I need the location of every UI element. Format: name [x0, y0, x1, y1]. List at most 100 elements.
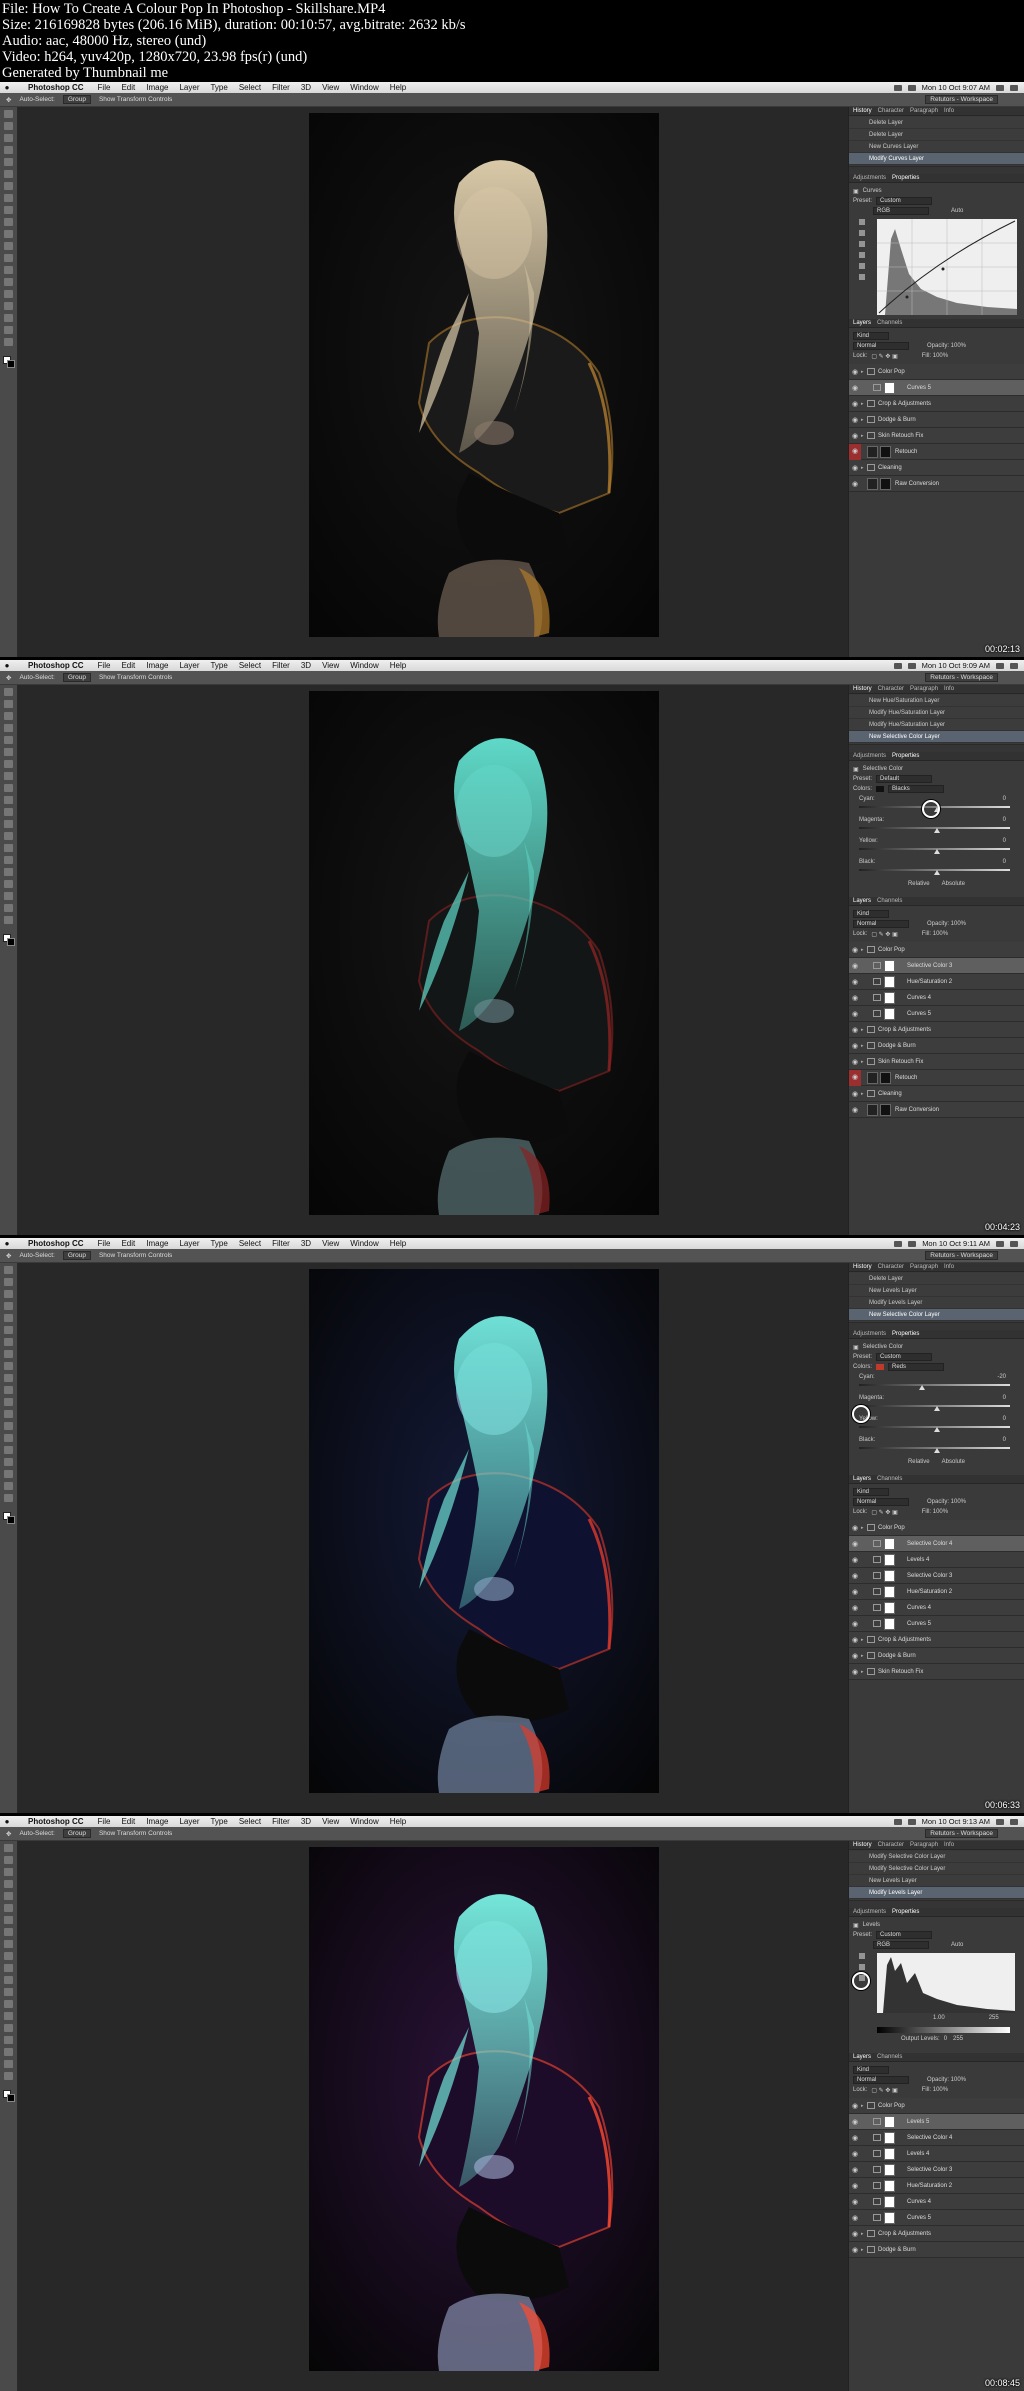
layer-name[interactable]: Color Pop	[878, 2103, 905, 2109]
eyedropper-gray-icon[interactable]	[859, 1964, 865, 1970]
layer-row[interactable]: ◉ Selective Color 4	[849, 1536, 1024, 1552]
hand-tool-icon[interactable]	[4, 326, 13, 334]
apple-icon[interactable]: ●	[0, 1239, 14, 1248]
layer-name[interactable]: Skin Retouch Fix	[878, 1669, 923, 1675]
shape-tool-icon[interactable]	[4, 1470, 13, 1478]
layer-mask-thumbnail[interactable]	[884, 1007, 895, 1020]
path-select-tool-icon[interactable]	[4, 2036, 13, 2044]
layer-row[interactable]: ◉ ▸ Dodge & Burn	[849, 2242, 1024, 2258]
layer-mask-thumbnail[interactable]	[884, 2179, 895, 2192]
menubar-clock[interactable]: Mon 10 Oct 9:07 AM	[922, 83, 990, 92]
layer-mask-thumbnail[interactable]	[884, 1569, 895, 1582]
layer-mask-thumbnail[interactable]	[884, 2163, 895, 2176]
menu-type[interactable]: Type	[210, 1239, 227, 1248]
history-state[interactable]: Modify Selective Color Layer	[849, 1863, 1024, 1875]
layer-name[interactable]: Levels 5	[907, 2119, 929, 2125]
layer-mask-thumbnail[interactable]	[884, 2115, 895, 2128]
quick-select-tool-icon[interactable]	[4, 724, 13, 732]
history-brush-tool-icon[interactable]	[4, 1374, 13, 1382]
zoom-tool-icon[interactable]	[4, 1494, 13, 1502]
visibility-eye-icon[interactable]: ◉	[849, 2182, 861, 2190]
layer-mask-thumbnail[interactable]	[884, 2211, 895, 2224]
layer-thumbnail[interactable]	[867, 1103, 878, 1116]
tab-character[interactable]: Character	[878, 686, 904, 692]
eraser-tool-icon[interactable]	[4, 1964, 13, 1972]
blend-mode-dropdown[interactable]: Normal	[853, 1498, 909, 1506]
layer-name[interactable]: Selective Color 3	[907, 2167, 952, 2173]
visibility-eye-icon[interactable]: ◉	[849, 1106, 861, 1114]
layer-kind-filter[interactable]: Kind	[853, 910, 889, 918]
visibility-eye-icon[interactable]: ◉	[849, 1090, 861, 1098]
lock-icons[interactable]: ▢ ✎ ✥ ▣	[871, 1509, 897, 1516]
layer-name[interactable]: Curves 4	[907, 995, 931, 1001]
apple-icon[interactable]: ●	[0, 83, 14, 92]
layer-row[interactable]: ◉ ▸ Skin Retouch Fix	[849, 428, 1024, 444]
menu-layer[interactable]: Layer	[179, 1817, 199, 1826]
tab-info[interactable]: Info	[944, 1264, 954, 1270]
layer-name[interactable]: Cleaning	[878, 1091, 902, 1097]
layer-name[interactable]: Retouch	[895, 1075, 917, 1081]
channel-dropdown[interactable]: RGB	[873, 207, 929, 215]
menu-image[interactable]: Image	[146, 83, 168, 92]
menu-window[interactable]: Window	[350, 83, 378, 92]
menu-layer[interactable]: Layer	[179, 1239, 199, 1248]
visibility-eye-icon[interactable]: ◉	[849, 400, 861, 408]
menu-file[interactable]: File	[98, 83, 111, 92]
layer-mask-thumbnail[interactable]	[884, 975, 895, 988]
visibility-eye-icon[interactable]: ◉	[849, 1588, 861, 1596]
visibility-eye-icon[interactable]: ◉	[849, 384, 861, 392]
auto-select-checkbox[interactable]: Auto-Select:	[19, 1830, 54, 1837]
layer-name[interactable]: Levels 4	[907, 1557, 929, 1563]
marquee-tool-icon[interactable]	[4, 1278, 13, 1286]
layer-name[interactable]: Color Pop	[878, 1525, 905, 1531]
history-state[interactable]: New Selective Color Layer	[849, 1309, 1024, 1321]
opacity-field[interactable]: Opacity: 100%	[927, 343, 966, 349]
show-transform-checkbox[interactable]: Show Transform Controls	[99, 1830, 172, 1837]
tab-layers[interactable]: Layers	[853, 1476, 871, 1482]
history-state[interactable]: New Selective Color Layer	[849, 731, 1024, 743]
document-canvas[interactable]	[18, 107, 848, 657]
layer-name[interactable]: Dodge & Burn	[878, 1653, 916, 1659]
menu-view[interactable]: View	[322, 83, 339, 92]
layer-row[interactable]: ◉ Selective Color 4	[849, 2130, 1024, 2146]
crop-tool-icon[interactable]	[4, 158, 13, 166]
layer-name[interactable]: Hue/Saturation 2	[907, 1589, 952, 1595]
history-state[interactable]: New Curves Layer	[849, 141, 1024, 153]
tab-adjustments[interactable]: Adjustments	[853, 753, 886, 759]
visibility-eye-icon[interactable]: ◉	[849, 2198, 861, 2206]
visibility-eye-icon[interactable]: ◉	[849, 1556, 861, 1564]
channel-dropdown[interactable]: RGB	[873, 1941, 929, 1949]
auto-select-dropdown[interactable]: Group	[62, 673, 91, 682]
layer-name[interactable]: Retouch	[895, 449, 917, 455]
move-tool-icon[interactable]	[4, 1266, 13, 1274]
eyedropper-gray-icon[interactable]	[859, 241, 865, 247]
menu-view[interactable]: View	[322, 661, 339, 670]
tab-adjustments[interactable]: Adjustments	[853, 175, 886, 181]
shape-tool-icon[interactable]	[4, 892, 13, 900]
slider-value[interactable]: 0	[1003, 817, 1006, 823]
layer-row[interactable]: ◉ ▸ Crop & Adjustments	[849, 396, 1024, 412]
background-color-swatch[interactable]	[7, 1516, 15, 1524]
shape-tool-icon[interactable]	[4, 314, 13, 322]
slider-value[interactable]: -20	[997, 1374, 1006, 1380]
layer-mask-thumbnail[interactable]	[884, 1617, 895, 1630]
type-tool-icon[interactable]	[4, 2024, 13, 2032]
visibility-eye-icon[interactable]: ◉	[849, 994, 861, 1002]
slider-handle[interactable]	[934, 1427, 940, 1432]
hand-tool-icon[interactable]	[4, 904, 13, 912]
layer-kind-filter[interactable]: Kind	[853, 1488, 889, 1496]
visibility-eye-icon[interactable]: ◉	[849, 1572, 861, 1580]
layer-name[interactable]: Color Pop	[878, 369, 905, 375]
healing-tool-icon[interactable]	[4, 1916, 13, 1924]
levels-histogram[interactable]	[877, 1953, 1015, 2013]
visibility-eye-icon[interactable]: ◉	[849, 1604, 861, 1612]
eraser-tool-icon[interactable]	[4, 1386, 13, 1394]
history-brush-tool-icon[interactable]	[4, 218, 13, 226]
apple-icon[interactable]: ●	[0, 661, 14, 670]
menu-help[interactable]: Help	[390, 83, 406, 92]
healing-tool-icon[interactable]	[4, 182, 13, 190]
layer-mask-thumbnail[interactable]	[884, 991, 895, 1004]
crop-tool-icon[interactable]	[4, 1314, 13, 1322]
menu-window[interactable]: Window	[350, 661, 378, 670]
background-color-swatch[interactable]	[7, 2094, 15, 2102]
